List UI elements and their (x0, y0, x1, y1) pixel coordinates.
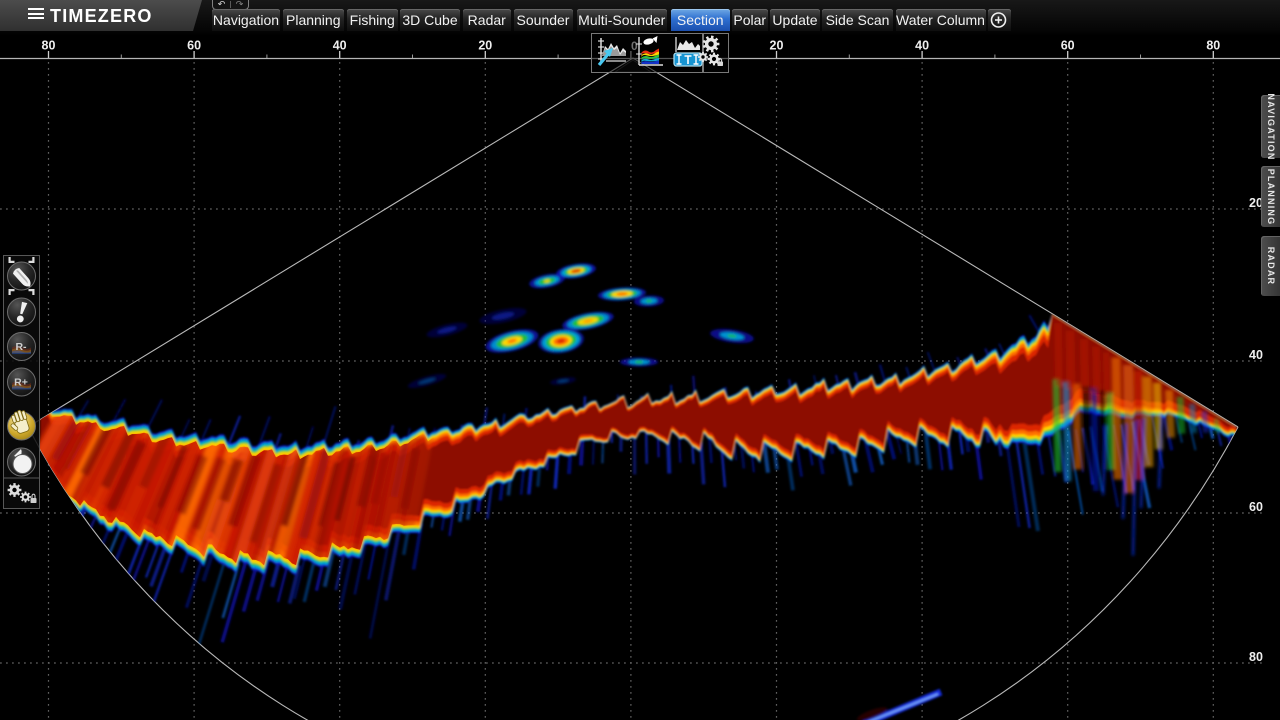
svg-text:40: 40 (915, 39, 929, 53)
svg-text:60: 60 (1061, 39, 1075, 53)
svg-text:40: 40 (1249, 348, 1263, 362)
svg-text:60: 60 (1249, 500, 1263, 514)
svg-text:60: 60 (187, 39, 201, 53)
svg-text:R+: R+ (14, 377, 28, 389)
svg-text:20: 20 (770, 39, 784, 53)
svg-text:0: 0 (631, 39, 638, 53)
svg-text:20: 20 (478, 39, 492, 53)
svg-text:80: 80 (42, 39, 56, 53)
svg-text:R-: R- (15, 341, 27, 353)
svg-text:80: 80 (1206, 39, 1220, 53)
svg-text:80: 80 (1249, 650, 1263, 664)
svg-text:40: 40 (333, 39, 347, 53)
